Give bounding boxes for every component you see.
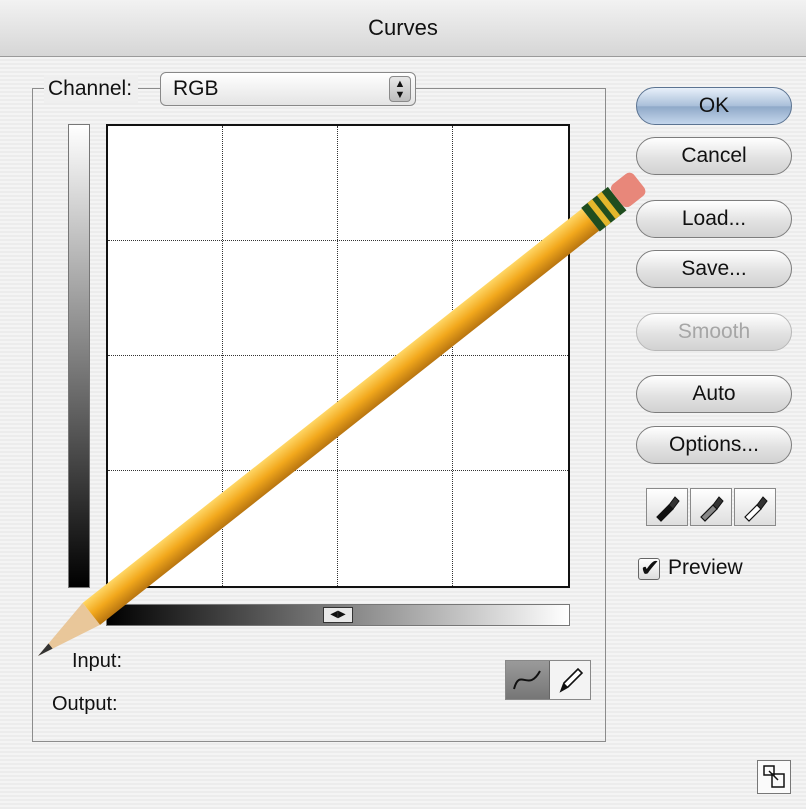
grid-line <box>337 126 338 586</box>
auto-button[interactable]: Auto <box>636 375 792 413</box>
preview-label: Preview <box>668 556 743 579</box>
save-button[interactable]: Save... <box>636 250 792 288</box>
smooth-button[interactable]: Smooth <box>636 313 792 351</box>
cancel-button[interactable]: Cancel <box>636 137 792 175</box>
window-title: Curves <box>368 15 438 40</box>
black-eyedropper-icon <box>656 496 680 522</box>
output-label: Output: <box>52 693 118 715</box>
channel-select-arrows-icon[interactable]: ▲ ▼ <box>389 76 411 102</box>
curve-tool-icon <box>513 670 541 690</box>
title-bar: Curves <box>0 0 806 57</box>
output-gradient-bar <box>68 124 90 588</box>
grid-line <box>108 470 568 471</box>
white-eyedropper-button[interactable] <box>734 488 776 526</box>
gray-eyedropper-icon <box>700 496 724 522</box>
resize-toggle-button[interactable] <box>757 760 791 794</box>
channel-label: Channel: <box>44 75 139 103</box>
options-button[interactable]: Options... <box>636 426 792 464</box>
curve-tool-group <box>505 660 591 700</box>
preview-checkbox[interactable]: ✔ <box>638 555 660 582</box>
grid-line <box>108 240 568 241</box>
grid-line <box>452 126 453 586</box>
input-label: Input: <box>72 650 123 672</box>
pencil-tool-icon <box>559 667 584 693</box>
load-button[interactable]: Load... <box>636 200 792 238</box>
channel-select[interactable]: RGB ▲ ▼ <box>160 72 416 106</box>
curve-graph[interactable] <box>106 124 570 588</box>
grid-line <box>108 355 568 356</box>
checkmark-icon: ✔ <box>640 555 661 582</box>
pencil-tool-button[interactable] <box>550 661 590 699</box>
white-eyedropper-icon <box>744 496 768 522</box>
gray-eyedropper-button[interactable] <box>690 488 732 526</box>
ok-button[interactable]: OK <box>636 87 792 125</box>
grid-line <box>222 126 223 586</box>
channel-select-value: RGB <box>173 77 219 100</box>
resize-icon <box>763 765 785 788</box>
gradient-direction-toggle[interactable]: ◀▶ <box>323 607 353 623</box>
curve-tool-button[interactable] <box>506 661 550 699</box>
black-eyedropper-button[interactable] <box>646 488 688 526</box>
